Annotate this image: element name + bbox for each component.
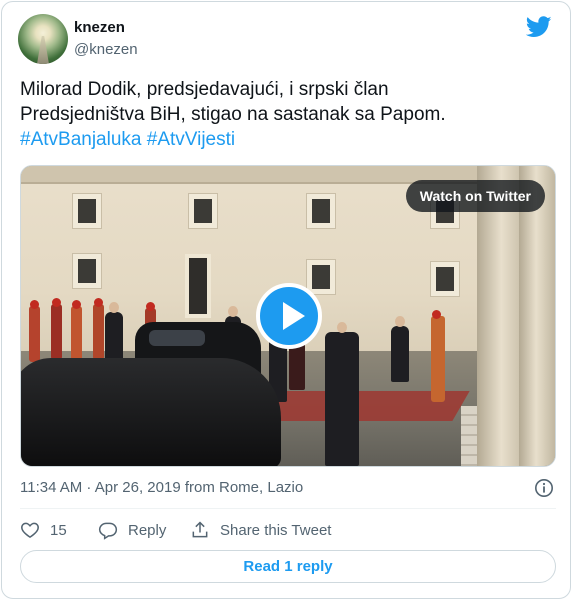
reply-label: Reply	[128, 521, 167, 539]
tweet-text-line-2: Predsjedništva BiH, stigao na sastanak s…	[20, 104, 446, 125]
watch-on-twitter-button[interactable]: Watch on Twitter	[405, 180, 545, 212]
avatar[interactable]	[18, 14, 68, 64]
heart-icon	[21, 522, 39, 538]
tweet-text: Milorad Dodik, predsjedavajući, i srpski…	[20, 77, 556, 152]
info-icon[interactable]	[534, 478, 554, 498]
reply-icon	[98, 522, 118, 540]
tweet-text-line-1: Milorad Dodik, predsjedavajući, i srpski…	[20, 79, 389, 100]
like-count: 15	[50, 521, 67, 539]
video-thumbnail[interactable]: Watch on Twitter	[20, 165, 556, 467]
like-button[interactable]: 15	[20, 519, 67, 541]
reply-button[interactable]: Reply	[98, 519, 166, 541]
tweet-header: knezen @knezen	[18, 14, 556, 66]
tweet-card: knezen @knezen Milorad Dodik, predsjedav…	[1, 1, 571, 599]
hashtag-atvvijesti[interactable]: #AtvVijesti	[147, 129, 235, 150]
divider	[20, 508, 556, 509]
play-icon	[283, 302, 305, 330]
share-label: Share this Tweet	[220, 521, 332, 539]
tweet-timestamp[interactable]: 11:34 AM · Apr 26, 2019 from Rome, Lazio	[20, 479, 303, 496]
author-name[interactable]: knezen	[74, 19, 125, 36]
twitter-bird-icon[interactable]	[526, 16, 552, 38]
read-replies-button[interactable]: Read 1 reply	[20, 550, 556, 583]
share-icon	[192, 521, 208, 538]
play-button[interactable]	[256, 283, 322, 349]
tweet-actions: 15 Reply Share this Tweet	[20, 519, 556, 541]
author-handle[interactable]: @knezen	[74, 41, 138, 58]
share-button[interactable]: Share this Tweet	[190, 519, 331, 541]
tweet-hashtags: #AtvBanjaluka #AtvVijesti	[20, 127, 556, 152]
hashtag-atvbanjaluka[interactable]: #AtvBanjaluka	[20, 129, 141, 150]
